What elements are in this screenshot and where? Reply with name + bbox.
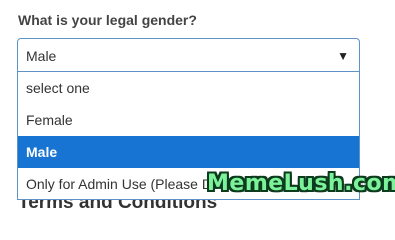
option-female[interactable]: Female bbox=[18, 104, 359, 136]
gender-select-value: Male bbox=[26, 48, 57, 64]
option-select-one[interactable]: select one bbox=[18, 72, 359, 104]
gender-select[interactable]: Male ▼ bbox=[17, 38, 360, 72]
option-male[interactable]: Male bbox=[18, 136, 359, 168]
gender-question-label: What is your legal gender? bbox=[18, 12, 197, 28]
dropdown-arrow-icon[interactable]: ▼ bbox=[337, 49, 349, 63]
memelush-watermark: MemeLush.com bbox=[207, 171, 395, 196]
